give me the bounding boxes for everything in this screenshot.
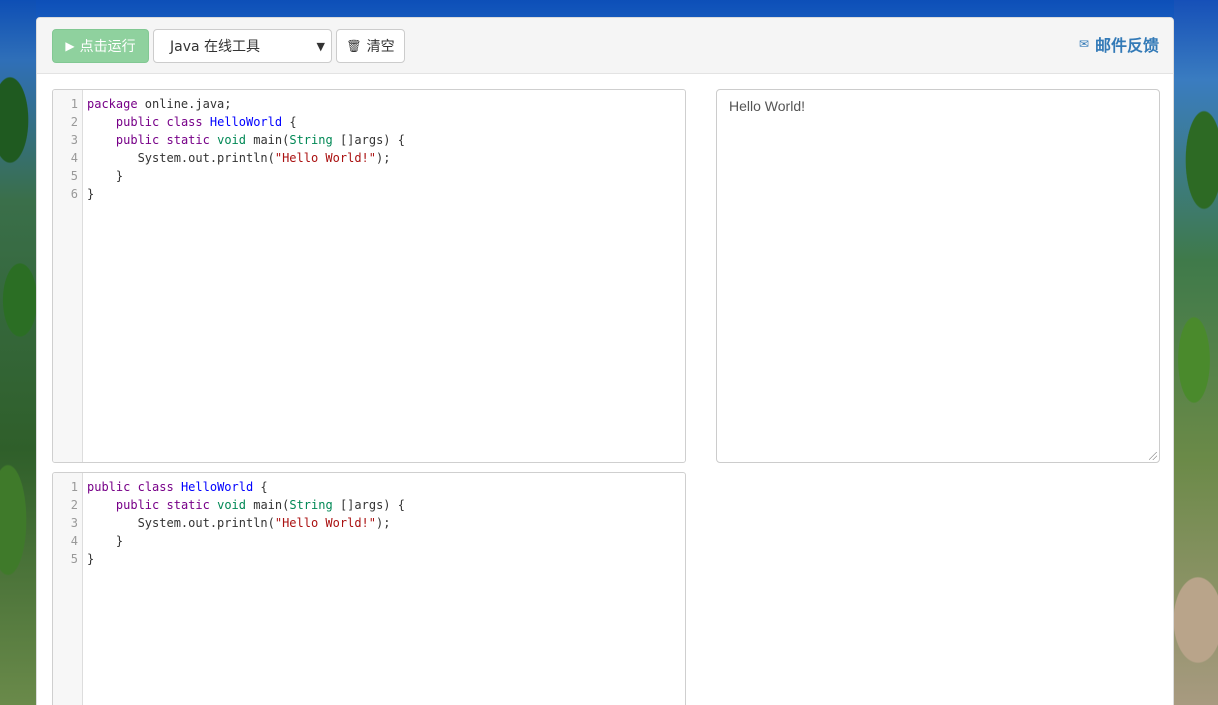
line-number: 3: [70, 133, 78, 147]
code-editor-secondary[interactable]: 1 2 3 4 5 public class HelloWorld { public s…: [52, 472, 686, 705]
code-token: HelloWorld: [209, 115, 283, 129]
line-number-gutter: 1 2 3 4 5 6: [53, 90, 83, 462]
code-area[interactable]: public class HelloWorld { public static …: [87, 478, 681, 568]
code-line: System.out.println("Hello World!");: [87, 514, 681, 532]
code-token: []args) {: [332, 498, 405, 512]
code-token: );: [376, 151, 391, 165]
code-token: }: [87, 552, 95, 566]
code-token: String: [289, 133, 333, 147]
code-token: "Hello World!": [274, 151, 376, 165]
code-token: }: [87, 534, 124, 548]
code-token: online.java;: [137, 97, 232, 111]
code-token: System.out.println(: [87, 516, 275, 530]
language-select[interactable]: Java 在线工具 ▼: [153, 29, 332, 63]
output-text: Hello World!: [729, 98, 805, 114]
code-token: void: [217, 133, 246, 147]
code-line: public static void main(String []args) {: [87, 496, 681, 514]
feedback-link[interactable]: ✉ 邮件反馈: [1079, 32, 1159, 56]
clear-button[interactable]: 🗑 清空: [336, 29, 405, 63]
code-line: }: [87, 167, 681, 185]
chevron-down-icon: ▼: [316, 40, 325, 53]
code-token: public: [115, 133, 160, 147]
line-number: 1: [70, 480, 78, 494]
code-token: static: [166, 133, 210, 147]
code-token: HelloWorld: [180, 480, 254, 494]
feedback-link-label: 邮件反馈: [1094, 36, 1159, 55]
code-token: {: [282, 115, 297, 129]
line-number: 2: [70, 498, 78, 512]
code-line: }: [87, 550, 681, 568]
line-number-gutter: 1 2 3 4 5: [53, 473, 83, 705]
line-number: 5: [70, 552, 78, 566]
code-token: main(: [246, 133, 290, 147]
code-token: class: [166, 115, 203, 129]
code-line: System.out.println("Hello World!");: [87, 149, 681, 167]
code-line: }: [87, 185, 681, 203]
code-token: "Hello World!": [274, 516, 376, 530]
envelope-icon: ✉: [1078, 37, 1089, 51]
run-button[interactable]: ▶ 点击运行: [52, 29, 149, 63]
background-right: [1174, 0, 1218, 705]
code-token: void: [217, 498, 246, 512]
code-line: public class HelloWorld {: [87, 478, 681, 496]
background-left: [0, 0, 36, 705]
code-line: }: [87, 532, 681, 550]
code-token: class: [137, 480, 174, 494]
run-button-label: 点击运行: [79, 39, 136, 55]
play-icon: ▶: [65, 39, 75, 53]
code-line: public class HelloWorld {: [87, 113, 681, 131]
line-number: 3: [70, 516, 78, 530]
code-token: System.out.println(: [87, 151, 275, 165]
tool-panel: ▶ 点击运行 Java 在线工具 ▼ 🗑 清空 ✉ 邮件反馈 1 2 3 4 5 6 pa…: [36, 17, 1174, 705]
code-token: String: [289, 498, 333, 512]
line-number: 4: [70, 534, 78, 548]
code-line: public static void main(String []args) {: [87, 131, 681, 149]
code-token: public: [115, 498, 160, 512]
code-token: {: [253, 480, 268, 494]
code-token: public: [115, 115, 160, 129]
code-area[interactable]: package online.java; public class HelloW…: [87, 95, 681, 203]
trash-icon: 🗑: [346, 39, 362, 53]
code-token: main(: [246, 498, 290, 512]
code-token: }: [87, 169, 124, 183]
clear-button-label: 清空: [366, 39, 395, 55]
code-editor-main[interactable]: 1 2 3 4 5 6 package online.java; public class…: [52, 89, 686, 463]
line-number: 2: [70, 115, 78, 129]
output-textarea[interactable]: Hello World!: [716, 89, 1160, 463]
resize-handle-icon[interactable]: [1149, 452, 1157, 460]
toolbar: ▶ 点击运行 Java 在线工具 ▼ 🗑 清空 ✉ 邮件反馈: [37, 18, 1173, 74]
code-token: }: [87, 187, 95, 201]
code-token: static: [166, 498, 210, 512]
line-number: 6: [70, 187, 78, 201]
code-token: );: [376, 516, 391, 530]
line-number: 1: [70, 97, 78, 111]
code-line: package online.java;: [87, 95, 681, 113]
line-number: 5: [70, 169, 78, 183]
code-token: public: [87, 480, 131, 494]
language-select-value: Java 在线工具: [170, 39, 261, 55]
line-number: 4: [70, 151, 78, 165]
code-token: []args) {: [332, 133, 405, 147]
code-token: package: [87, 97, 138, 111]
